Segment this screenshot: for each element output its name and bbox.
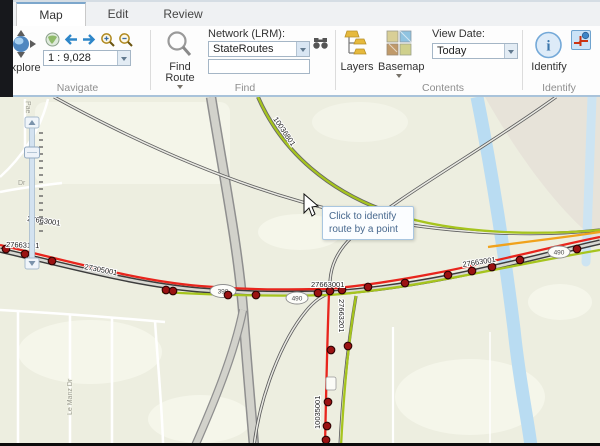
layers-button[interactable] [344, 29, 368, 59]
app-window: Map Edit Review Explore [0, 0, 600, 446]
route-label: 27663001 [311, 280, 344, 289]
find-group-label: Find [205, 82, 285, 95]
ribbon-body: Explore [0, 26, 600, 95]
identify-route-by-point-toggle[interactable] [571, 30, 591, 50]
basemap-icon [386, 30, 412, 58]
route-label: 10035001 [313, 396, 322, 429]
basemap-label: Basemap [378, 61, 422, 73]
group-divider [150, 30, 151, 90]
contents-group-label: Contents [398, 82, 488, 95]
view-date-combobox[interactable]: Today [432, 43, 518, 59]
street-label: Dr [18, 180, 26, 187]
identify-button[interactable]: i [534, 31, 563, 59]
street-label: Pae [24, 101, 31, 114]
forward-button[interactable] [81, 32, 97, 47]
network-lrm-label: Network (LRM): [208, 28, 285, 40]
network-dropdown-button[interactable] [296, 42, 309, 56]
shield-small [326, 377, 336, 390]
tooltip-line2: route by a point [329, 223, 407, 236]
back-button[interactable] [63, 32, 79, 47]
find-route-label-line2: Route [160, 72, 200, 84]
route-label: 27663201 [337, 299, 346, 332]
basemap-button[interactable] [386, 30, 412, 58]
identify-group-label: Identify [522, 82, 596, 95]
view-date-dropdown-button[interactable] [504, 44, 517, 58]
layers-icon [344, 29, 368, 59]
identify-button-label: Identify [528, 61, 570, 73]
map-canvas[interactable]: 390 490 490 [0, 97, 600, 446]
arrow-right-icon [81, 32, 97, 47]
view-date-value: Today [437, 45, 502, 58]
shield-490-center: 490 [292, 296, 303, 303]
tab-edit[interactable]: Edit [87, 2, 149, 28]
zoom-out-button[interactable] [118, 32, 134, 47]
globe-icon [45, 32, 60, 47]
identify-icon: i [534, 31, 563, 59]
basemap-dropdown-caret[interactable] [396, 74, 402, 78]
tooltip-line1: Click to identify [329, 210, 407, 223]
zoom-in-button[interactable] [100, 32, 116, 47]
tab-map[interactable]: Map [16, 2, 86, 28]
land-parcel [18, 320, 162, 384]
binoculars-icon [313, 36, 328, 50]
find-route-dropdown-caret[interactable] [177, 85, 183, 89]
scale-value: 1 : 9,028 [48, 52, 115, 65]
view-date-label: View Date: [432, 28, 485, 40]
full-extent-button[interactable] [45, 32, 61, 47]
zoom-in-icon [100, 32, 116, 48]
land-parcel [35, 102, 230, 184]
street-label: Le Manz Dr [67, 378, 74, 415]
group-divider [335, 30, 336, 90]
map-viewport[interactable]: 390 490 490 [0, 97, 600, 446]
zoom-out-icon [118, 32, 134, 48]
tab-bar: Map Edit Review [0, 0, 600, 26]
find-route-button[interactable] [163, 29, 195, 59]
mouse-cursor [304, 194, 318, 216]
window-edge [0, 0, 13, 97]
scale-combobox[interactable]: 1 : 9,028 [43, 50, 131, 66]
find-route-magnifier-icon [163, 29, 195, 59]
tab-review[interactable]: Review [150, 2, 216, 28]
identify-route-icon [572, 31, 590, 49]
search-routes-button[interactable] [313, 36, 329, 51]
identify-tooltip: Click to identify route by a point [322, 206, 414, 240]
layers-label: Layers [338, 61, 376, 73]
svg-text:i: i [546, 39, 550, 55]
arrow-left-icon [63, 32, 79, 47]
shield-490-east: 490 [554, 250, 565, 257]
scale-dropdown-button[interactable] [117, 51, 130, 65]
network-combobox[interactable]: StateRoutes [208, 41, 310, 57]
route-input[interactable] [208, 59, 310, 74]
network-value: StateRoutes [213, 43, 294, 56]
group-divider [522, 30, 523, 90]
ribbon: Map Edit Review Explore [0, 0, 600, 97]
navigate-group-label: Navigate [25, 82, 130, 95]
land-parcel [312, 102, 408, 142]
canal [586, 97, 592, 262]
land-parcel [528, 284, 592, 320]
